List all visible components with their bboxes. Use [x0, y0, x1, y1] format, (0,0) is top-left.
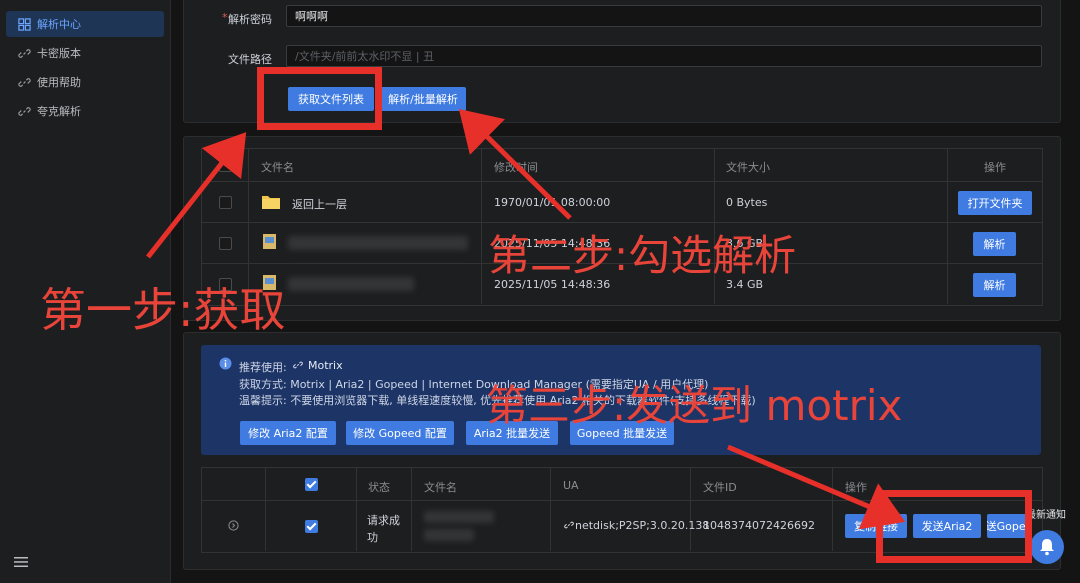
annotation-step2: 第二步:勾选解析	[488, 231, 797, 280]
annotation-step3: 第三步:发送到 motrix	[486, 381, 903, 430]
annotation-step1: 第一步:获取	[40, 283, 286, 337]
